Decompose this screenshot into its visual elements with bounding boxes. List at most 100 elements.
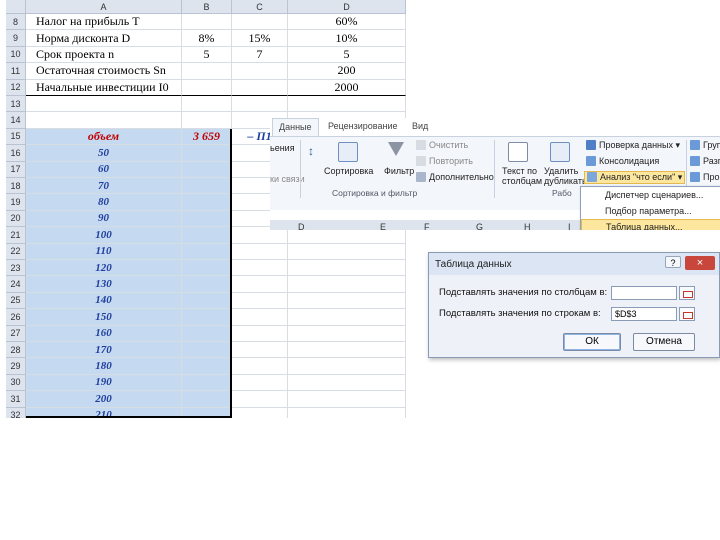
range-picker-icon[interactable] (679, 307, 695, 321)
goal-seek-item[interactable]: Подбор параметра... (581, 203, 720, 219)
empty-cell[interactable] (232, 391, 288, 408)
cell-b[interactable] (182, 63, 232, 80)
sort-az-icon[interactable]: ↕ (308, 144, 314, 158)
column-header-i[interactable]: I (568, 222, 571, 230)
range-picker-icon[interactable] (679, 286, 695, 300)
row-number[interactable]: 8 (6, 14, 26, 31)
row-number[interactable]: 12 (6, 79, 26, 96)
empty-cell[interactable] (232, 325, 288, 342)
row-number[interactable]: 24 (6, 276, 26, 293)
row-number[interactable]: 13 (6, 96, 26, 113)
reapply-button[interactable]: Повторить (416, 156, 473, 166)
select-all-corner[interactable] (6, 0, 26, 14)
close-button[interactable]: × (685, 256, 715, 270)
empty-cell[interactable] (232, 243, 288, 260)
column-header-a[interactable]: A (26, 0, 182, 14)
cell-d[interactable]: 200 (288, 63, 406, 80)
column-header-d[interactable]: D (288, 0, 406, 14)
result-cell[interactable] (182, 194, 232, 211)
result-cell[interactable] (182, 407, 232, 418)
volume-cell[interactable]: 130 (26, 276, 182, 293)
filter-icon[interactable] (388, 142, 404, 156)
empty-cell[interactable] (288, 96, 406, 113)
connections-label[interactable]: ьения (270, 143, 295, 153)
volume-cell[interactable]: 150 (26, 309, 182, 326)
advanced-filter-button[interactable]: Дополнительно (416, 172, 494, 182)
empty-cell[interactable] (26, 96, 182, 113)
row-number[interactable]: 9 (6, 30, 26, 47)
row-number[interactable]: 29 (6, 358, 26, 375)
param-label-cell[interactable]: Начальные инвестиции I0 (26, 79, 182, 96)
formula-result-cell[interactable]: 3 659 (182, 128, 232, 146)
subtotal-button[interactable]: Пром (690, 172, 720, 182)
tab-data[interactable]: Данные (272, 118, 319, 136)
empty-cell[interactable] (232, 96, 288, 113)
cell-b[interactable] (182, 79, 232, 96)
cell-b[interactable]: 5 (182, 46, 232, 64)
column-header-c[interactable]: C (232, 0, 288, 14)
volume-cell[interactable]: 100 (26, 227, 182, 244)
empty-cell[interactable] (26, 112, 182, 129)
cell-c[interactable]: 7 (232, 46, 288, 64)
result-cell[interactable] (182, 243, 232, 260)
volume-cell[interactable]: 210 (26, 407, 182, 418)
row-input-field[interactable] (611, 286, 677, 300)
tab-view[interactable]: Вид (412, 121, 428, 131)
ok-button[interactable]: ОК (563, 333, 621, 351)
column-header-d[interactable]: D (298, 222, 305, 230)
empty-cell[interactable] (288, 260, 406, 277)
volume-cell[interactable]: 80 (26, 194, 182, 211)
param-label-cell[interactable]: Норма дисконта D (26, 30, 182, 47)
group-button[interactable]: Груп (690, 140, 720, 150)
result-cell[interactable] (182, 391, 232, 408)
empty-cell[interactable] (232, 358, 288, 375)
cell-b[interactable] (182, 14, 232, 31)
volume-cell[interactable]: 190 (26, 374, 182, 392)
what-if-analysis-button[interactable]: Анализ "что если" ▾ (584, 171, 686, 184)
cell-d[interactable]: 5 (288, 46, 406, 64)
empty-cell[interactable] (288, 309, 406, 326)
row-number[interactable]: 31 (6, 391, 26, 408)
row-number[interactable]: 26 (6, 309, 26, 326)
row-number[interactable]: 17 (6, 161, 26, 178)
volume-cell[interactable]: 180 (26, 358, 182, 375)
filter-button[interactable]: Фильтр (384, 166, 414, 176)
text-to-columns-button[interactable]: Текст по столбцам (502, 166, 542, 186)
volume-header-cell[interactable]: объем (26, 128, 182, 146)
column-header-b[interactable]: B (182, 0, 232, 14)
scenario-manager-item[interactable]: Диспетчер сценариев... (581, 187, 720, 203)
column-header-e[interactable]: E (380, 222, 386, 230)
row-number[interactable]: 22 (6, 243, 26, 260)
result-cell[interactable] (182, 260, 232, 277)
empty-cell[interactable] (288, 358, 406, 375)
result-cell[interactable] (182, 145, 232, 162)
cell-c[interactable]: 15% (232, 30, 288, 47)
row-number[interactable]: 20 (6, 210, 26, 228)
consolidate-button[interactable]: Консолидация (586, 156, 659, 166)
volume-cell[interactable]: 50 (26, 145, 182, 162)
row-number[interactable]: 14 (6, 112, 26, 129)
row-number[interactable]: 16 (6, 145, 26, 162)
empty-cell[interactable] (288, 391, 406, 408)
result-cell[interactable] (182, 325, 232, 342)
tab-review[interactable]: Рецензирование (328, 121, 398, 131)
cell-d[interactable]: 2000 (288, 79, 406, 96)
empty-cell[interactable] (232, 342, 288, 359)
row-number[interactable]: 32 (6, 407, 26, 418)
column-header-h[interactable]: H (524, 222, 531, 230)
row-number[interactable]: 10 (6, 46, 26, 64)
empty-cell[interactable] (288, 407, 406, 418)
help-button[interactable]: ? (665, 256, 681, 268)
empty-cell[interactable] (232, 374, 288, 392)
result-cell[interactable] (182, 227, 232, 244)
text-to-columns-icon[interactable] (508, 142, 528, 162)
result-cell[interactable] (182, 178, 232, 195)
empty-cell[interactable] (232, 309, 288, 326)
empty-cell[interactable] (182, 112, 232, 129)
empty-cell[interactable] (288, 325, 406, 342)
empty-cell[interactable] (232, 292, 288, 310)
data-table-item[interactable]: Таблица данных... (581, 219, 720, 230)
volume-cell[interactable]: 90 (26, 210, 182, 228)
clear-button[interactable]: Очистить (416, 140, 468, 150)
row-number[interactable]: 23 (6, 260, 26, 277)
